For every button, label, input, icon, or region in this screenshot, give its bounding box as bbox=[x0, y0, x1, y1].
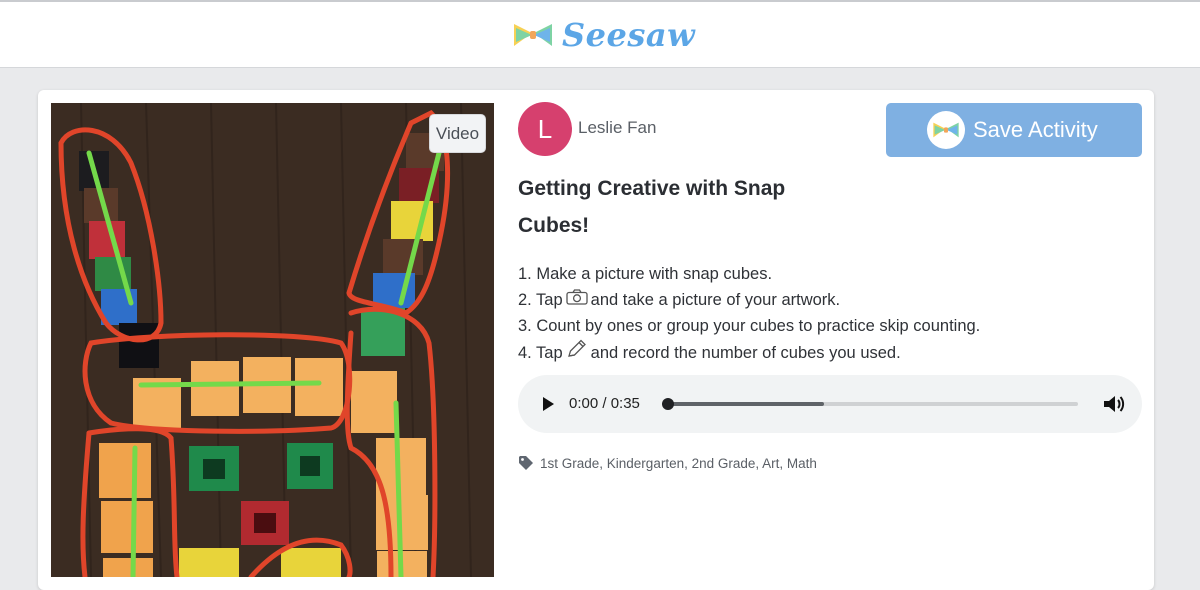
site-header: Seesaw bbox=[0, 2, 1200, 68]
audio-seek-thumb[interactable] bbox=[662, 398, 674, 410]
step-text: 3. Count by ones or group your cubes to … bbox=[518, 317, 981, 335]
save-activity-button[interactable]: Save Activity bbox=[886, 103, 1142, 157]
tags-text[interactable]: 1st Grade, Kindergarten, 2nd Grade, Art,… bbox=[540, 456, 817, 471]
save-activity-label: Save Activity bbox=[973, 117, 1098, 142]
brand-name: Seesaw bbox=[562, 16, 696, 54]
activity-steps: 1. Make a picture with snap cubes. 2. Ta… bbox=[518, 261, 980, 367]
activity-tags: 1st Grade, Kindergarten, 2nd Grade, Art,… bbox=[518, 455, 817, 471]
step-text: and record the number of cubes you used. bbox=[590, 344, 901, 362]
brand[interactable]: Seesaw bbox=[512, 14, 695, 56]
audio-time: 0:00 / 0:35 bbox=[569, 395, 640, 412]
play-icon[interactable] bbox=[540, 395, 556, 413]
step-2: 2. Tap and take a picture of your artwor… bbox=[518, 287, 980, 313]
seesaw-bowtie-icon bbox=[514, 24, 552, 46]
volume-icon[interactable] bbox=[1102, 393, 1126, 415]
step-text: 1. Make a picture with snap cubes. bbox=[518, 265, 773, 283]
step-3: 3. Count by ones or group your cubes to … bbox=[518, 313, 980, 339]
audio-progress-fill bbox=[668, 402, 824, 406]
step-text: and take a picture of your artwork. bbox=[590, 291, 841, 309]
step-1: 1. Make a picture with snap cubes. bbox=[518, 261, 980, 287]
seesaw-bowtie-icon bbox=[927, 111, 965, 149]
pencil-icon bbox=[566, 339, 588, 367]
video-badge[interactable]: Video bbox=[429, 114, 486, 153]
step-text: 4. Tap bbox=[518, 344, 563, 362]
avatar[interactable]: L bbox=[518, 102, 572, 156]
step-text: 2. Tap bbox=[518, 291, 563, 309]
activity-title: Getting Creative with Snap Cubes! bbox=[518, 177, 786, 237]
activity-media[interactable] bbox=[51, 103, 494, 577]
step-4: 4. Tap and record the number of cubes yo… bbox=[518, 339, 980, 367]
snap-cubes-photo bbox=[51, 103, 494, 577]
audio-player: 0:00 / 0:35 bbox=[518, 375, 1142, 433]
tag-icon bbox=[519, 456, 533, 470]
camera-icon bbox=[566, 287, 588, 313]
author-name[interactable]: Leslie Fan bbox=[578, 118, 656, 138]
audio-seek-bar[interactable] bbox=[662, 398, 1078, 410]
